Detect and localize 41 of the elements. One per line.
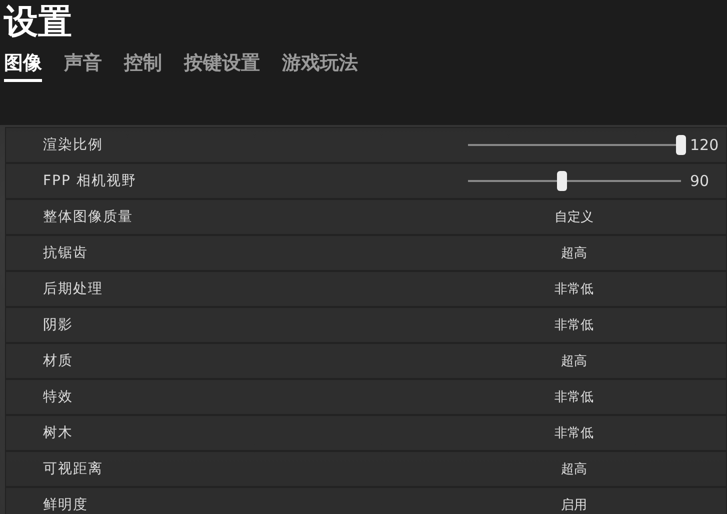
setting-label: 特效 (43, 388, 73, 406)
setting-label: 后期处理 (43, 280, 103, 298)
setting-row[interactable]: 整体图像质量 自定义 (5, 199, 727, 235)
setting-label: 材质 (43, 352, 73, 370)
setting-row[interactable]: 阴影 非常低 (5, 307, 727, 343)
setting-value[interactable]: 非常低 (526, 280, 622, 298)
slider-value: 120 (690, 136, 719, 154)
tab[interactable]: 声音 (64, 50, 102, 82)
slider-value: 90 (690, 172, 710, 190)
setting-label: 渲染比例 (43, 136, 103, 154)
setting-value[interactable]: 非常低 (526, 424, 622, 442)
page-title: 设置 (4, 1, 73, 44)
setting-value[interactable]: 非常低 (526, 388, 622, 406)
setting-label: 阴影 (43, 316, 73, 334)
setting-row[interactable]: FPP 相机视野 90 (5, 163, 727, 199)
slider-thumb[interactable] (676, 135, 686, 155)
setting-value[interactable]: 自定义 (526, 208, 622, 226)
tab[interactable]: 图像 (4, 50, 42, 82)
setting-row[interactable]: 材质 超高 (5, 343, 727, 379)
tab[interactable]: 按键设置 (184, 50, 260, 82)
setting-label: 可视距离 (43, 460, 103, 478)
setting-label: 整体图像质量 (43, 208, 133, 226)
setting-label: FPP 相机视野 (43, 172, 136, 190)
setting-value[interactable]: 超高 (526, 352, 622, 370)
setting-row[interactable]: 可视距离 超高 (5, 451, 727, 487)
setting-label: 鲜明度 (43, 496, 88, 514)
setting-value[interactable]: 启用 (526, 496, 622, 514)
setting-label: 树木 (43, 424, 73, 442)
slider-thumb[interactable] (556, 171, 567, 191)
setting-row[interactable]: 渲染比例 120 (5, 127, 727, 163)
setting-value[interactable]: 非常低 (526, 316, 622, 334)
setting-label: 抗锯齿 (43, 244, 88, 262)
setting-row[interactable]: 后期处理 非常低 (5, 271, 727, 307)
setting-row[interactable]: 树木 非常低 (5, 415, 727, 451)
setting-value[interactable]: 超高 (526, 244, 622, 262)
tab[interactable]: 控制 (124, 50, 162, 82)
setting-row[interactable]: 特效 非常低 (5, 379, 727, 415)
setting-value[interactable]: 超高 (526, 460, 622, 478)
tab[interactable]: 游戏玩法 (282, 50, 358, 82)
setting-row[interactable]: 抗锯齿 超高 (5, 235, 727, 271)
setting-row[interactable]: 鲜明度 启用 (5, 487, 727, 514)
